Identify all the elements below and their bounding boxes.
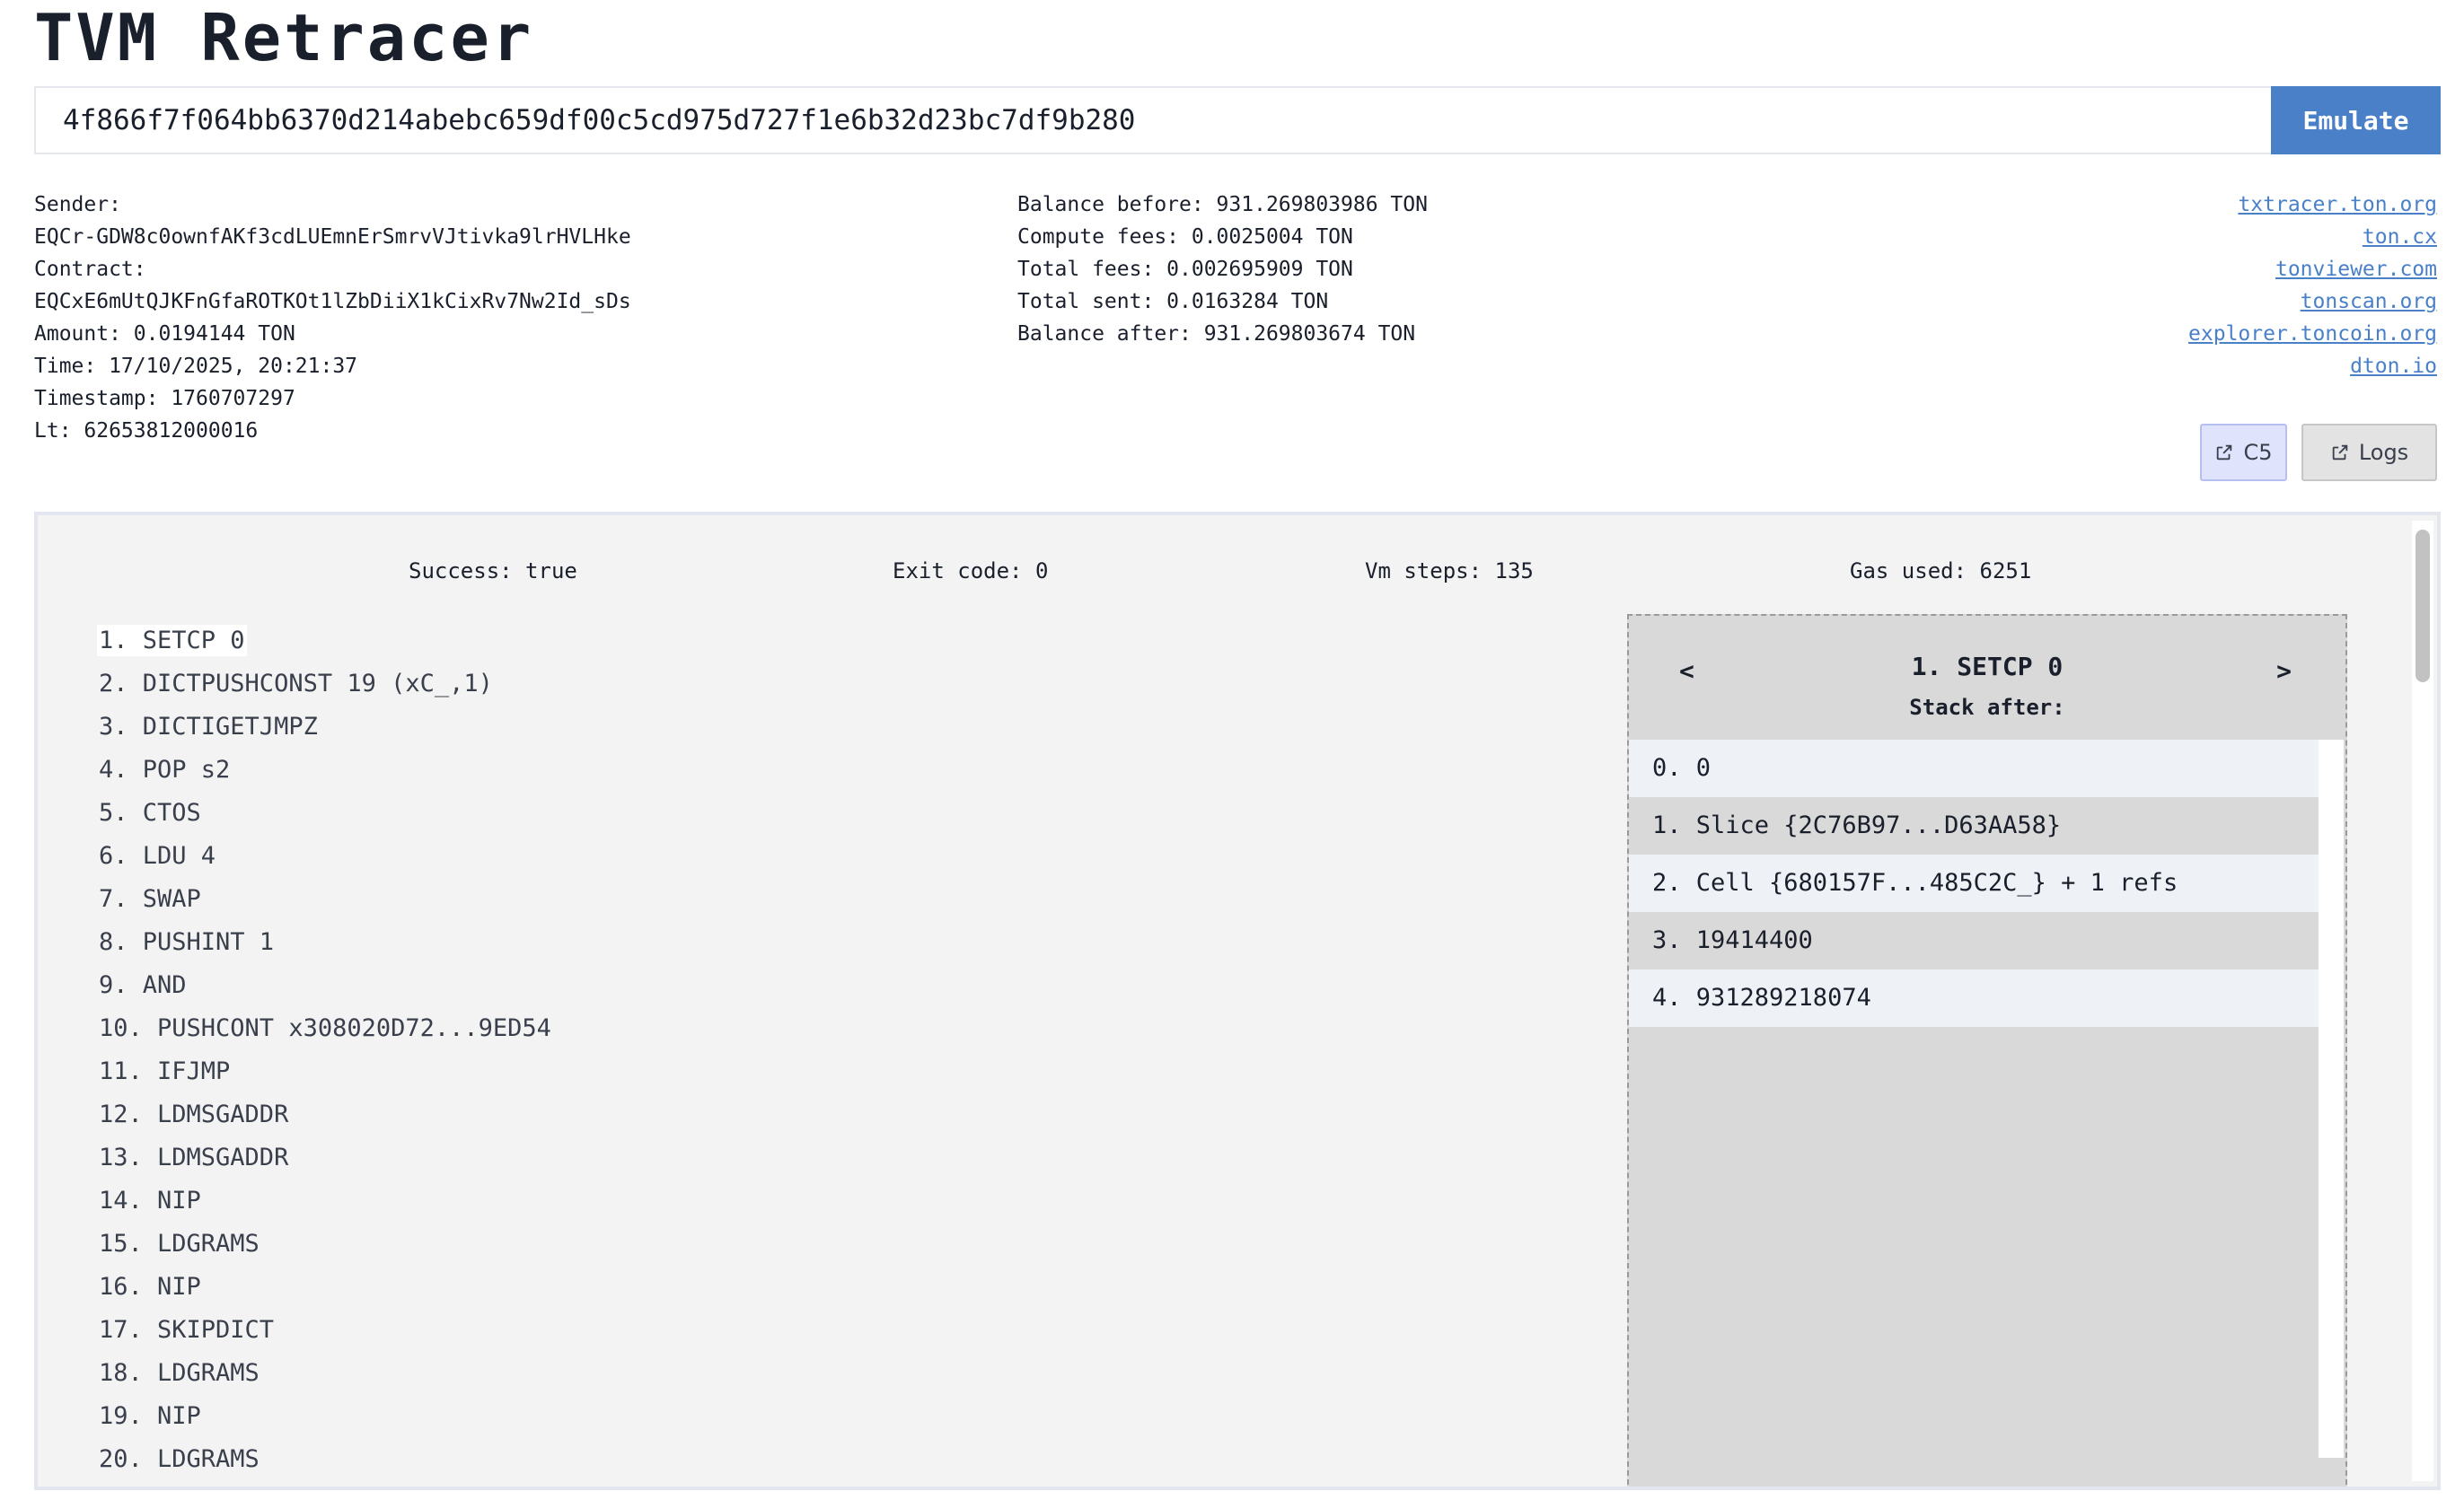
next-step-button[interactable]: > <box>2271 655 2297 687</box>
balance-before: Balance before: 931.269803986 TON <box>1017 193 1428 216</box>
logs-label: Logs <box>2358 440 2409 465</box>
instruction-list: 1. SETCP 0 2. DICTPUSHCONST 19 (xC_,1) 3… <box>97 619 553 1481</box>
total-fees: Total fees: 0.002695909 TON <box>1017 258 1353 281</box>
instruction-item[interactable]: 14. NIP <box>97 1180 553 1223</box>
stack-list: 0. 0 1. Slice {2C76B97...D63AA58} 2. Cel… <box>1629 740 2320 1027</box>
sender-address: EQCr-GDW8c0ownfAKf3cdLUEmnErSmrvVJtivka9… <box>34 225 631 249</box>
link-explorer-toncoin[interactable]: explorer.toncoin.org <box>2188 318 2437 350</box>
instruction-item[interactable]: 7. SWAP <box>97 878 553 921</box>
instruction-item[interactable]: 10. PUSHCONT x308020D72...9ED54 <box>97 1007 553 1050</box>
stack-entry: 1. Slice {2C76B97...D63AA58} <box>1629 797 2320 855</box>
stack-scrollbar[interactable] <box>2319 740 2344 1458</box>
current-instruction: 1. SETCP 0 <box>1911 652 2064 681</box>
instruction-item[interactable]: 8. PUSHINT 1 <box>97 921 553 964</box>
stack-entry: 3. 19414400 <box>1629 912 2320 969</box>
link-txtracer[interactable]: txtracer.ton.org <box>2188 189 2437 221</box>
instruction-item[interactable]: 19. NIP <box>97 1395 553 1438</box>
instruction-item[interactable]: 13. LDMSGADDR <box>97 1136 553 1180</box>
instruction-item[interactable]: 12. LDMSGADDR <box>97 1093 553 1136</box>
tx-hash-input[interactable] <box>34 86 2271 154</box>
timestamp: Timestamp: 1760707297 <box>34 387 295 410</box>
amount: Amount: 0.0194144 TON <box>34 322 295 346</box>
trace-scrollbar[interactable] <box>2412 521 2433 1481</box>
stack-entry: 0. 0 <box>1629 740 2320 797</box>
instruction-item[interactable]: 15. LDGRAMS <box>97 1223 553 1266</box>
contract-label: Contract: <box>34 258 146 281</box>
stat-exit-code: Exit code: 0 <box>893 558 1049 583</box>
instruction-item[interactable]: 11. IFJMP <box>97 1050 553 1093</box>
link-tonviewer[interactable]: tonviewer.com <box>2188 253 2437 285</box>
sender-label: Sender: <box>34 193 121 216</box>
app-title: TVM Retracer <box>34 0 534 75</box>
scrollbar-thumb[interactable] <box>2416 530 2430 682</box>
emulate-button[interactable]: Emulate <box>2271 86 2441 154</box>
compute-fees: Compute fees: 0.0025004 TON <box>1017 225 1353 249</box>
search-bar: Emulate <box>34 86 2441 156</box>
lt: Lt: 62653812000016 <box>34 419 259 443</box>
explorer-links: txtracer.ton.org ton.cx tonviewer.com to… <box>2188 189 2437 382</box>
instruction-item[interactable]: 3. DICTIGETJMPZ <box>97 706 553 749</box>
instruction-item[interactable]: 5. CTOS <box>97 792 553 835</box>
stat-success: Success: true <box>409 558 577 583</box>
instruction-item[interactable]: 6. LDU 4 <box>97 835 553 878</box>
stat-gas-used: Gas used: 6251 <box>1850 558 2032 583</box>
tx-info: Sender: EQCr-GDW8c0ownfAKf3cdLUEmnErSmrv… <box>34 189 631 447</box>
c5-button[interactable]: C5 <box>2200 424 2287 481</box>
logs-button[interactable]: Logs <box>2301 424 2437 481</box>
stack-entry: 4. 931289218074 <box>1629 969 2320 1027</box>
link-tonc x[interactable]: ton.cx <box>2188 221 2437 253</box>
link-tonscan[interactable]: tonscan.org <box>2188 285 2437 318</box>
link-dton[interactable]: dton.io <box>2188 350 2437 382</box>
instruction-item[interactable]: 18. LDGRAMS <box>97 1352 553 1395</box>
stack-header: < 1. SETCP 0 Stack after: > <box>1629 616 2345 740</box>
stack-entry: 2. Cell {680157F...485C2C_} + 1 refs <box>1629 855 2320 912</box>
stack-panel: < 1. SETCP 0 Stack after: > 0. 0 1. Slic… <box>1627 614 2347 1487</box>
time: Time: 17/10/2025, 20:21:37 <box>34 355 358 378</box>
instruction-item[interactable]: 9. AND <box>97 964 553 1007</box>
instruction-item[interactable]: 1. SETCP 0 <box>97 619 553 662</box>
trace-panel: Success: true Exit code: 0 Vm steps: 135… <box>34 512 2441 1490</box>
balance-after: Balance after: 931.269803674 TON <box>1017 322 1416 346</box>
external-link-icon <box>2332 444 2348 461</box>
stat-vm-steps: Vm steps: 135 <box>1365 558 1534 583</box>
instruction-item[interactable]: 17. SKIPDICT <box>97 1309 553 1352</box>
instruction-item[interactable]: 2. DICTPUSHCONST 19 (xC_,1) <box>97 662 553 706</box>
instruction-item[interactable]: 4. POP s2 <box>97 749 553 792</box>
c5-label: C5 <box>2243 440 2273 465</box>
contract-address: EQCxE6mUtQJKFnGfaROTKOt1lZbDiiX1kCixRv7N… <box>34 290 631 313</box>
stack-after-label: Stack after: <box>1909 695 2065 720</box>
fee-info: Balance before: 931.269803986 TON Comput… <box>1017 189 1428 350</box>
instruction-item[interactable]: 16. NIP <box>97 1266 553 1309</box>
instruction-item[interactable]: 20. LDGRAMS <box>97 1438 553 1481</box>
total-sent: Total sent: 0.0163284 TON <box>1017 290 1329 313</box>
external-link-icon <box>2217 444 2232 461</box>
